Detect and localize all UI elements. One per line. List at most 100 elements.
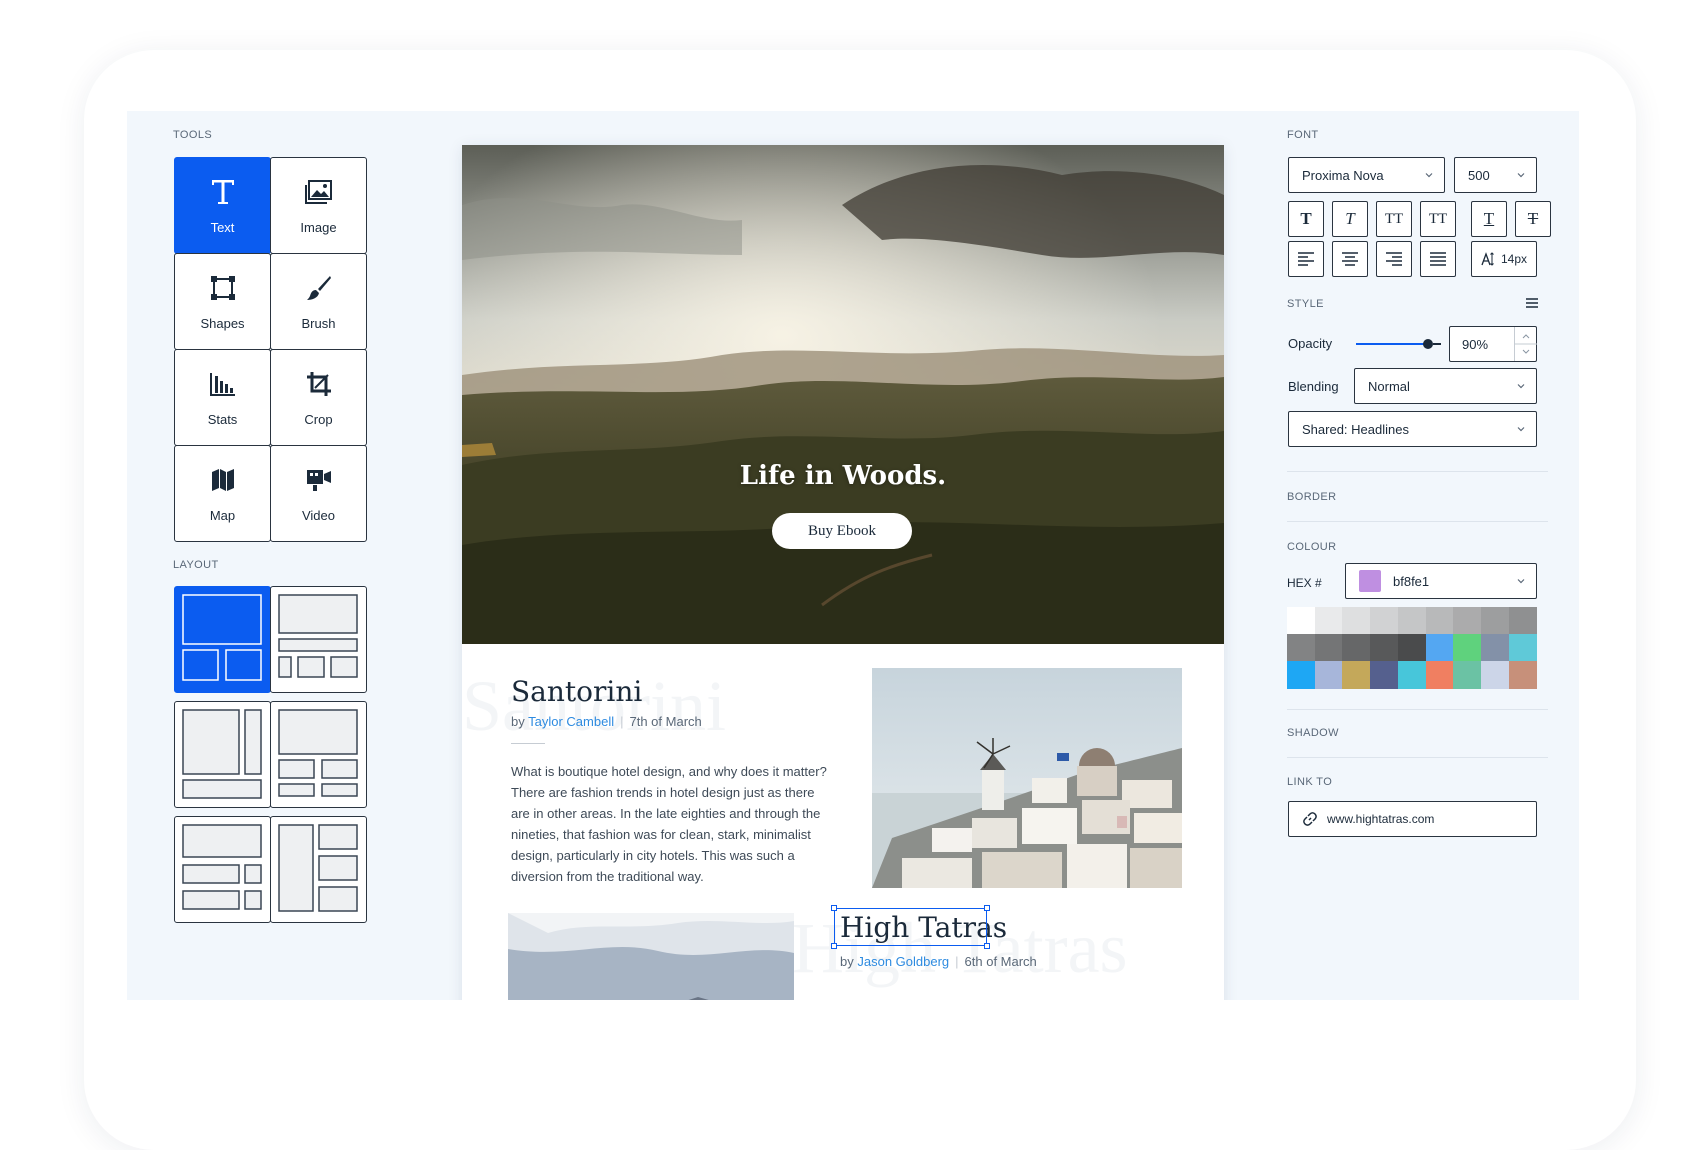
high-tatras-byline: by Jason Goldberg | 6th of March: [840, 954, 1037, 969]
author-link[interactable]: Jason Goldberg: [857, 954, 949, 969]
colour-swatch[interactable]: [1480, 607, 1509, 635]
opacity-slider-handle[interactable]: [1423, 339, 1433, 349]
italic-icon: T: [1345, 209, 1355, 228]
resize-handle[interactable]: [984, 905, 990, 911]
colour-swatch[interactable]: [1314, 634, 1343, 662]
layout-option-1[interactable]: [174, 586, 271, 693]
align-right-icon: [1386, 252, 1402, 266]
colour-swatch[interactable]: [1508, 607, 1537, 635]
colour-swatch[interactable]: [1480, 634, 1509, 662]
santorini-photo[interactable]: [872, 668, 1182, 888]
colour-swatch[interactable]: [1453, 607, 1482, 635]
document-canvas: Life in Woods. Buy Ebook Santorini Santo…: [462, 145, 1224, 1000]
author-link[interactable]: Taylor Cambell: [528, 714, 614, 729]
shared-style-dropdown[interactable]: Shared: Headlines: [1288, 411, 1537, 447]
link-url-field[interactable]: www.hightatras.com: [1288, 801, 1537, 837]
layout-option-6[interactable]: [270, 816, 367, 923]
shadow-heading[interactable]: SHADOW: [1287, 727, 1339, 739]
colour-swatch[interactable]: [1425, 661, 1454, 689]
colour-swatch[interactable]: [1342, 634, 1371, 662]
tool-text-button[interactable]: Text: [174, 157, 271, 254]
font-weight-dropdown[interactable]: 500: [1454, 157, 1537, 193]
opacity-slider-track[interactable]: [1356, 343, 1426, 345]
tool-shapes-button[interactable]: Shapes: [174, 253, 271, 350]
colour-swatch[interactable]: [1370, 634, 1399, 662]
colour-swatch[interactable]: [1508, 661, 1537, 689]
colour-swatch[interactable]: [1480, 661, 1509, 689]
colour-swatch[interactable]: [1314, 607, 1343, 635]
tool-shapes-label: Shapes: [200, 316, 245, 331]
border-heading[interactable]: BORDER: [1287, 491, 1336, 503]
colour-swatch[interactable]: [1453, 634, 1482, 662]
colour-swatch[interactable]: [1453, 661, 1482, 689]
colour-swatch[interactable]: [1370, 661, 1399, 689]
font-family-dropdown[interactable]: Proxima Nova: [1288, 157, 1445, 193]
tool-image-button[interactable]: Image: [270, 157, 367, 254]
santorini-body[interactable]: What is boutique hotel design, and why d…: [511, 761, 831, 887]
buy-ebook-button[interactable]: Buy Ebook: [772, 513, 912, 549]
hex-colour-dropdown[interactable]: bf8fe1: [1345, 563, 1537, 599]
tool-map-button[interactable]: Map: [174, 445, 271, 542]
hero-title[interactable]: Life in Woods.: [462, 461, 1224, 491]
font-size-icon: [1481, 252, 1494, 266]
chevron-down-icon: [1425, 173, 1433, 178]
colour-swatch[interactable]: [1508, 634, 1537, 662]
layout-option-4[interactable]: [270, 701, 367, 808]
colour-swatch[interactable]: [1397, 634, 1426, 662]
layout-option-2[interactable]: [270, 586, 367, 693]
align-right-button[interactable]: [1376, 241, 1412, 277]
colour-swatch[interactable]: [1287, 634, 1315, 662]
colour-swatch[interactable]: [1287, 661, 1315, 689]
colour-swatch[interactable]: [1342, 661, 1371, 689]
tool-crop-button[interactable]: Crop: [270, 349, 367, 446]
colour-swatch[interactable]: [1397, 661, 1426, 689]
blending-value: Normal: [1368, 378, 1410, 394]
tool-video-button[interactable]: Video: [270, 445, 367, 542]
menu-icon[interactable]: [1525, 297, 1539, 309]
bold-button[interactable]: T: [1288, 201, 1324, 237]
layout-option-3[interactable]: [174, 701, 271, 808]
opacity-stepper[interactable]: 90%: [1449, 326, 1537, 362]
uppercase-icon: TT: [1384, 210, 1404, 227]
colour-swatch[interactable]: [1370, 607, 1399, 635]
colour-swatch[interactable]: [1314, 661, 1343, 689]
strikethrough-button[interactable]: T: [1515, 201, 1551, 237]
align-left-button[interactable]: [1288, 241, 1324, 277]
layout-option-5[interactable]: [174, 816, 271, 923]
text-selection-box[interactable]: [831, 905, 990, 949]
colour-heading: COLOUR: [1287, 541, 1337, 553]
shapes-icon: [210, 272, 236, 304]
tool-stats-label: Stats: [207, 412, 238, 427]
uppercase-button[interactable]: TT: [1376, 201, 1412, 237]
image-icon: [304, 176, 333, 208]
layout-heading: LAYOUT: [173, 559, 219, 571]
opacity-label: Opacity: [1288, 336, 1333, 351]
font-family-value: Proxima Nova: [1302, 167, 1384, 183]
font-size-field[interactable]: 14px: [1471, 241, 1537, 277]
colour-swatch[interactable]: [1342, 607, 1371, 635]
resize-handle[interactable]: [831, 905, 837, 911]
santorini-title[interactable]: Santorini: [511, 675, 642, 708]
colour-swatch[interactable]: [1425, 607, 1454, 635]
small-caps-button[interactable]: TT: [1420, 201, 1456, 237]
blending-label: Blending: [1288, 379, 1339, 394]
stepper-arrows[interactable]: [1514, 327, 1537, 361]
santorini-byline: by Taylor Cambell | 7th of March: [511, 714, 702, 729]
stats-icon: [209, 368, 236, 400]
high-tatras-photo[interactable]: [508, 913, 794, 1000]
tool-brush-button[interactable]: Brush: [270, 253, 367, 350]
blending-dropdown[interactable]: Normal: [1354, 368, 1537, 404]
italic-button[interactable]: T: [1332, 201, 1368, 237]
video-icon: [306, 464, 332, 496]
colour-swatch[interactable]: [1397, 607, 1426, 635]
align-center-button[interactable]: [1332, 241, 1368, 277]
tool-stats-button[interactable]: Stats: [174, 349, 271, 446]
justify-button[interactable]: [1420, 241, 1456, 277]
resize-handle[interactable]: [831, 943, 837, 949]
divider: [1287, 757, 1548, 758]
underline-button[interactable]: T: [1471, 201, 1507, 237]
colour-swatch[interactable]: [1287, 607, 1315, 635]
colour-swatch[interactable]: [1425, 634, 1454, 662]
current-colour-swatch: [1359, 570, 1381, 592]
resize-handle[interactable]: [984, 943, 990, 949]
